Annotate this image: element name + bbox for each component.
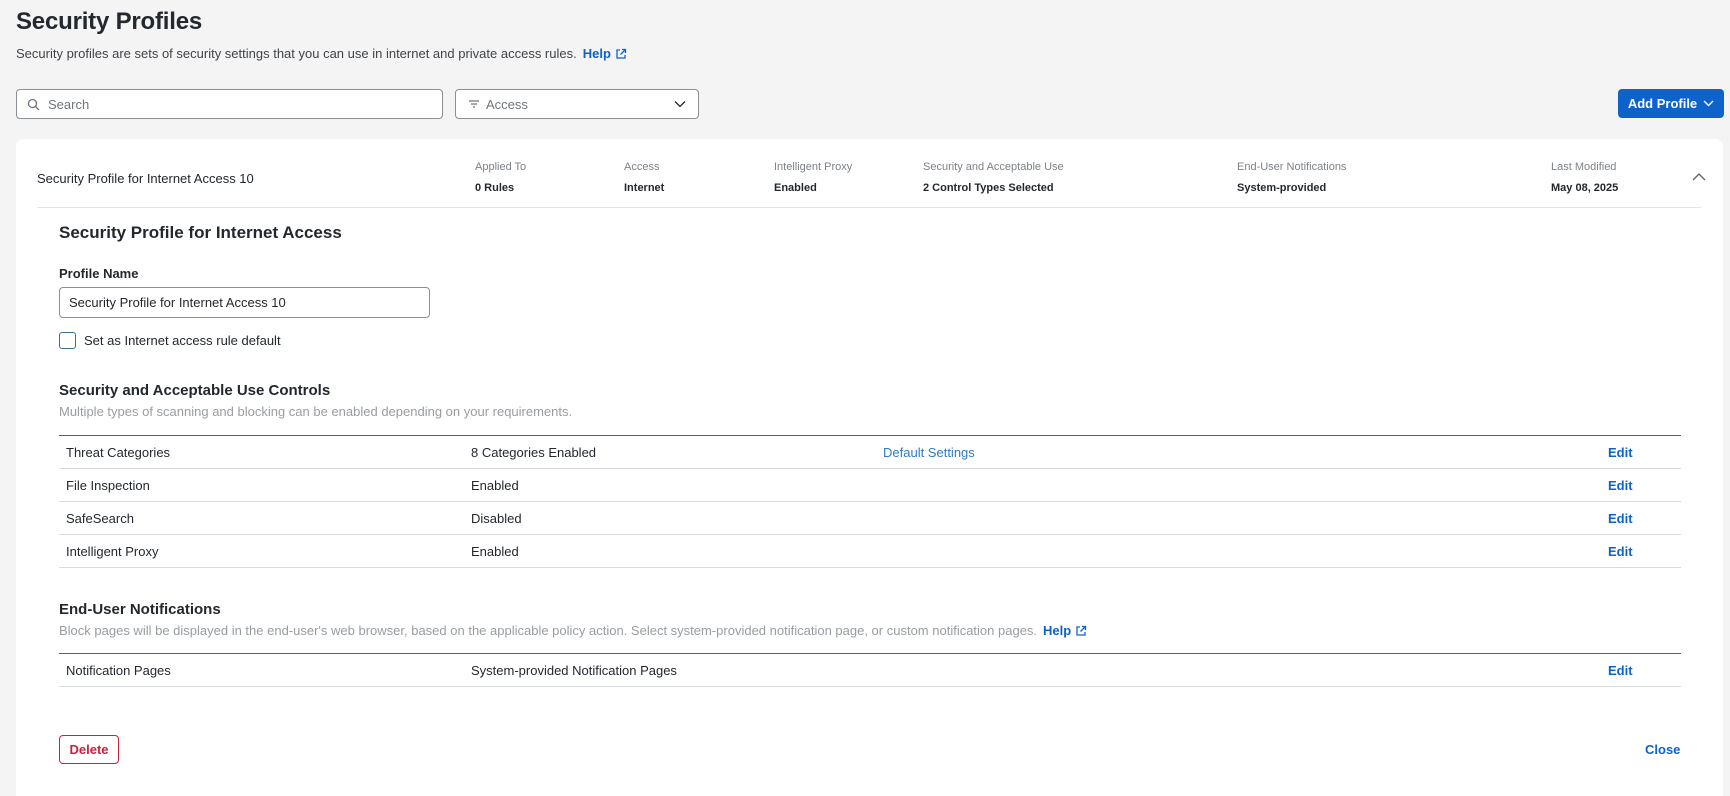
security-controls-table: Threat Categories 8 Categories Enabled D…	[59, 435, 1681, 568]
summary-security-use: Security and Acceptable Use 2 Control Ty…	[923, 161, 1064, 194]
default-rule-checkbox-label: Set as Internet access rule default	[84, 333, 281, 348]
default-rule-checkbox-row[interactable]: Set as Internet access rule default	[59, 332, 281, 349]
profile-name-input[interactable]	[59, 287, 430, 318]
notifications-title: End-User Notifications	[59, 601, 221, 618]
edit-file-inspection-button[interactable]: Edit	[1608, 478, 1633, 493]
page-title: Security Profiles	[16, 8, 203, 35]
delete-button[interactable]: Delete	[59, 735, 119, 764]
page-description: Security profiles are sets of security s…	[16, 46, 627, 61]
profile-summary-name: Security Profile for Internet Access 10	[37, 171, 254, 186]
notifications-description: Block pages will be displayed in the end…	[59, 623, 1087, 638]
table-row: SafeSearch Disabled Edit	[59, 502, 1681, 535]
edit-safesearch-button[interactable]: Edit	[1608, 511, 1633, 526]
row-status: 8 Categories Enabled	[471, 445, 597, 460]
external-link-icon	[1076, 625, 1087, 636]
help-link-label: Help	[582, 46, 611, 61]
search-box[interactable]	[16, 89, 443, 119]
row-name: Intelligent Proxy	[66, 544, 159, 559]
notifications-help-label: Help	[1043, 623, 1072, 638]
chevron-up-icon[interactable]	[1691, 169, 1707, 185]
row-status: Disabled	[471, 511, 522, 526]
default-rule-checkbox[interactable]	[59, 332, 76, 349]
row-name: File Inspection	[66, 478, 150, 493]
access-filter-select[interactable]: Access	[455, 89, 699, 119]
detail-title: Security Profile for Internet Access	[59, 223, 342, 242]
summary-value: May 08, 2025	[1551, 182, 1619, 194]
summary-applied-to: Applied To 0 Rules	[475, 161, 526, 194]
row-status: System-provided Notification Pages	[471, 663, 677, 678]
add-profile-label: Add Profile	[1627, 96, 1698, 111]
summary-label: Applied To	[475, 161, 527, 173]
summary-label: Last Modified	[1551, 161, 1617, 173]
access-filter-label: Access	[486, 96, 528, 112]
summary-value: 0 Rules	[475, 182, 515, 194]
table-row: Intelligent Proxy Enabled Edit	[59, 535, 1681, 568]
table-row: Notification Pages System-provided Notif…	[59, 654, 1681, 687]
notifications-help-link[interactable]: Help	[1043, 623, 1087, 638]
search-icon	[27, 98, 40, 110]
search-input[interactable]	[48, 96, 428, 112]
row-name: Threat Categories	[66, 445, 171, 460]
summary-value: Internet	[624, 182, 665, 194]
security-controls-description: Multiple types of scanning and blocking …	[59, 404, 573, 419]
profile-summary-row[interactable]: Security Profile for Internet Access 10 …	[37, 139, 1706, 208]
summary-value: Enabled	[774, 182, 817, 194]
summary-label: Intelligent Proxy	[774, 161, 853, 173]
close-button[interactable]: Close	[1645, 742, 1680, 757]
table-row: File Inspection Enabled Edit	[59, 469, 1681, 502]
table-row: Threat Categories 8 Categories Enabled D…	[59, 436, 1681, 469]
profile-name-label: Profile Name	[59, 266, 139, 281]
summary-label: Access	[624, 161, 660, 173]
summary-intelligent-proxy: Intelligent Proxy Enabled	[774, 161, 852, 194]
page-description-text: Security profiles are sets of security s…	[16, 46, 577, 61]
row-name: Notification Pages	[66, 663, 171, 678]
notifications-table: Notification Pages System-provided Notif…	[59, 653, 1681, 687]
row-name: SafeSearch	[66, 511, 134, 526]
row-status: Enabled	[471, 544, 519, 559]
add-profile-button[interactable]: Add Profile	[1618, 89, 1724, 118]
security-controls-title: Security and Acceptable Use Controls	[59, 382, 331, 399]
summary-value: System-provided	[1237, 182, 1327, 194]
summary-value: 2 Control Types Selected	[923, 182, 1054, 194]
edit-notification-pages-button[interactable]: Edit	[1608, 663, 1633, 678]
summary-last-modified: Last Modified May 08, 2025	[1551, 161, 1618, 194]
default-settings-link[interactable]: Default Settings	[883, 445, 975, 460]
summary-label: Security and Acceptable Use	[923, 161, 1064, 173]
profile-card: Security Profile for Internet Access 10 …	[16, 139, 1723, 796]
help-link[interactable]: Help	[583, 46, 627, 61]
edit-threat-categories-button[interactable]: Edit	[1608, 445, 1633, 460]
external-link-icon	[616, 48, 627, 59]
summary-access: Access Internet	[624, 161, 664, 194]
chevron-down-icon	[1703, 100, 1714, 107]
row-status: Enabled	[471, 478, 519, 493]
edit-intelligent-proxy-button[interactable]: Edit	[1608, 544, 1633, 559]
filter-icon	[469, 100, 479, 108]
notifications-description-text: Block pages will be displayed in the end…	[59, 623, 1038, 638]
summary-label: End-User Notifications	[1237, 161, 1347, 173]
summary-end-user-notifications: End-User Notifications System-provided	[1237, 161, 1346, 194]
chevron-down-icon	[674, 101, 686, 108]
